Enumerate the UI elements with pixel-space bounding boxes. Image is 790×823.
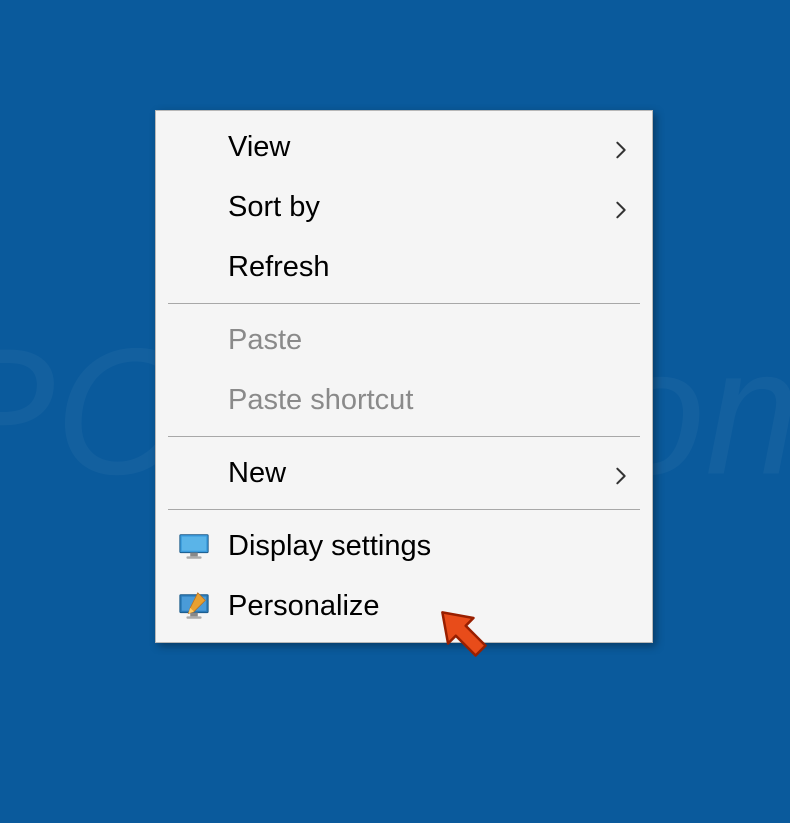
menu-item-view[interactable]: View bbox=[158, 117, 650, 177]
menu-item-label: Sort by bbox=[228, 191, 610, 224]
menu-separator bbox=[168, 436, 640, 437]
menu-item-sort-by[interactable]: Sort by bbox=[158, 177, 650, 237]
desktop-context-menu: View Sort by Refresh Paste Paste shortcu… bbox=[155, 110, 653, 643]
menu-item-label: New bbox=[228, 457, 610, 490]
menu-item-label: Personalize bbox=[228, 590, 632, 623]
menu-separator bbox=[168, 509, 640, 510]
monitor-icon bbox=[176, 528, 212, 564]
menu-item-paste: Paste bbox=[158, 310, 650, 370]
menu-item-label: Paste shortcut bbox=[228, 384, 632, 417]
menu-item-personalize[interactable]: Personalize bbox=[158, 576, 650, 636]
menu-item-new[interactable]: New bbox=[158, 443, 650, 503]
menu-item-paste-shortcut: Paste shortcut bbox=[158, 370, 650, 430]
menu-item-label: Paste bbox=[228, 324, 632, 357]
personalize-icon bbox=[176, 588, 212, 624]
menu-item-label: Display settings bbox=[228, 530, 632, 563]
menu-separator bbox=[168, 303, 640, 304]
menu-item-refresh[interactable]: Refresh bbox=[158, 237, 650, 297]
chevron-right-icon bbox=[610, 196, 632, 218]
menu-item-label: Refresh bbox=[228, 251, 632, 284]
chevron-right-icon bbox=[610, 462, 632, 484]
menu-item-display-settings[interactable]: Display settings bbox=[158, 516, 650, 576]
menu-item-label: View bbox=[228, 131, 610, 164]
chevron-right-icon bbox=[610, 136, 632, 158]
